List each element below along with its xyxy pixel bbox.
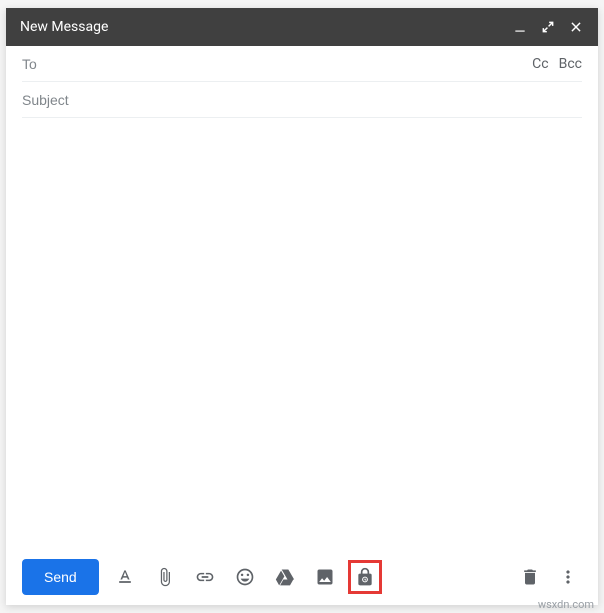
cc-button[interactable]: Cc [532,56,548,72]
insert-link-button[interactable] [191,563,219,591]
to-input[interactable] [22,56,532,72]
minimize-button[interactable] [512,19,528,35]
formatting-options-button[interactable] [111,563,139,591]
discard-draft-button[interactable] [516,563,544,591]
confidential-mode-button[interactable] [352,564,378,590]
send-button[interactable]: Send [22,559,99,595]
message-body[interactable] [6,118,598,549]
insert-emoji-button[interactable] [231,563,259,591]
compose-title: New Message [20,19,108,35]
compose-window: New Message Cc Bcc Send [6,8,598,605]
to-field-row: Cc Bcc [22,46,582,82]
insert-photo-button[interactable] [311,563,339,591]
attach-file-button[interactable] [151,563,179,591]
subject-input[interactable] [22,92,582,108]
fullscreen-button[interactable] [540,19,556,35]
close-button[interactable] [568,19,584,35]
more-options-button[interactable] [554,563,582,591]
header-controls [512,19,584,35]
cc-bcc-group: Cc Bcc [532,56,582,72]
watermark-text: wsxdn.com [538,598,594,611]
compose-fields: Cc Bcc [6,46,598,118]
bcc-button[interactable]: Bcc [559,56,582,72]
toolbar-left: Send [22,559,382,595]
confidential-mode-highlight [348,560,382,594]
subject-field-row [22,82,582,118]
toolbar-right [516,563,582,591]
insert-drive-button[interactable] [271,563,299,591]
compose-header: New Message [6,8,598,46]
compose-toolbar: Send [6,549,598,605]
